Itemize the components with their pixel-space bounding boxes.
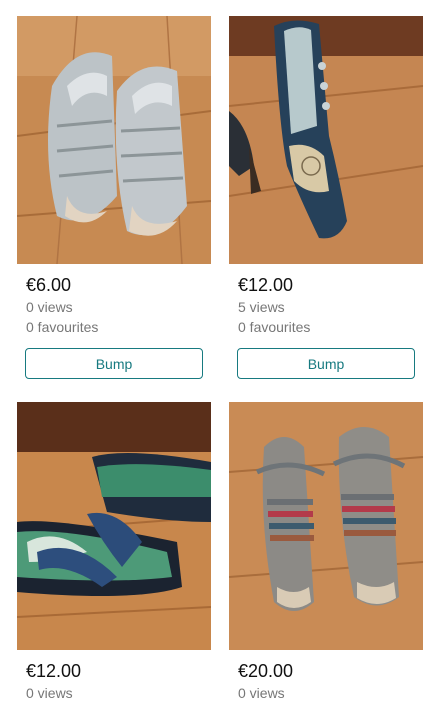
listing-views: 5 views bbox=[238, 299, 285, 315]
listing-photo-multicolor-strap-sandals[interactable] bbox=[229, 402, 423, 650]
listings-grid: €6.00 0 views 0 favourites Bump €12.00 5… bbox=[0, 0, 440, 701]
listing-card[interactable]: €6.00 0 views 0 favourites Bump bbox=[17, 16, 211, 379]
listing-photo-grey-sandals[interactable] bbox=[17, 16, 211, 264]
listing-price: €12.00 bbox=[238, 275, 294, 295]
listing-views: 0 views bbox=[26, 299, 73, 315]
listing-views: 0 views bbox=[26, 685, 73, 701]
listing-card[interactable]: €20.00 0 views bbox=[229, 402, 423, 702]
bump-button[interactable]: Bump bbox=[25, 348, 203, 379]
listing-card[interactable]: €12.00 0 views bbox=[17, 402, 211, 702]
listing-card[interactable]: €12.00 5 views 0 favourites Bump bbox=[229, 16, 423, 379]
listing-price: €20.00 bbox=[238, 661, 294, 681]
listing-price: €12.00 bbox=[26, 661, 82, 681]
listing-favourites: 0 favourites bbox=[238, 319, 311, 335]
listing-photo-navy-wedge-sandals[interactable] bbox=[17, 402, 211, 650]
listing-price: €6.00 bbox=[26, 275, 72, 295]
listing-views: 0 views bbox=[238, 685, 285, 701]
bump-button[interactable]: Bump bbox=[237, 348, 415, 379]
listing-photo-navy-heel-shoe[interactable] bbox=[229, 16, 423, 264]
listing-favourites: 0 favourites bbox=[26, 319, 99, 335]
